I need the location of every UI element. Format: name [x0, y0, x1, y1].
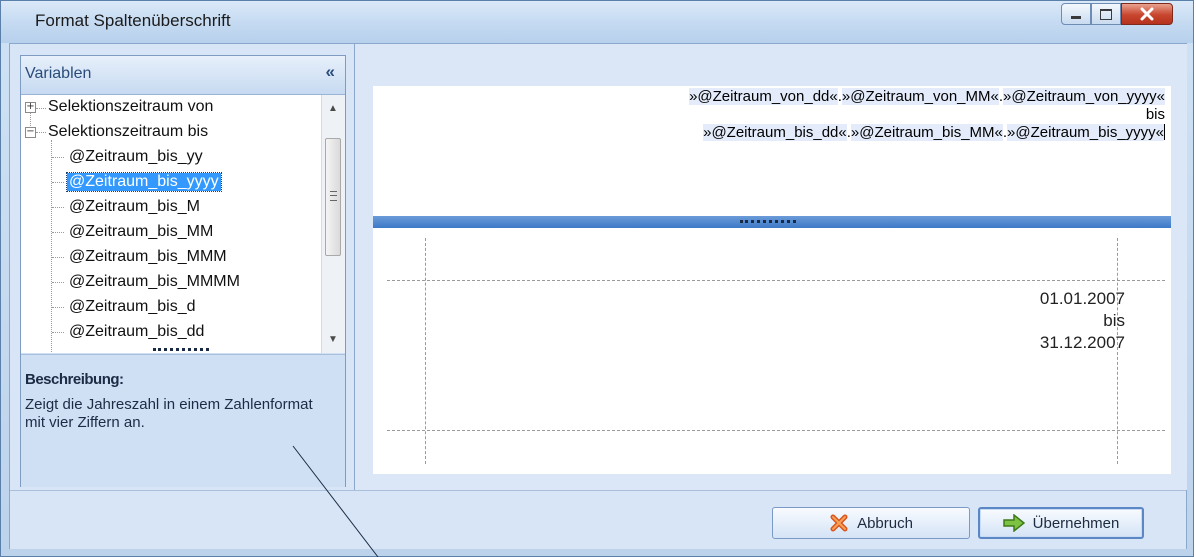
scroll-grip-icon: [330, 191, 337, 201]
cancel-button-label: Abbruch: [857, 514, 913, 532]
preview-guide-line: [387, 430, 1165, 431]
horizontal-splitter[interactable]: [373, 216, 1171, 228]
variables-panel: Variablen « + Selektionszeitraum von − S…: [20, 55, 346, 487]
variable-token: »@Zeitraum_von_MM«: [841, 88, 999, 105]
tree-leaf-label: @Zeitraum_bis_MMM: [69, 248, 227, 265]
tree-guide-line: [52, 332, 64, 333]
dialog-footer: Abbruch Übernehmen: [10, 490, 1186, 549]
maximize-button[interactable]: [1091, 3, 1121, 25]
collapse-panel-icon[interactable]: «: [326, 62, 335, 82]
tree-leaf-selected[interactable]: @Zeitraum_bis_yyyy: [21, 170, 321, 195]
close-icon: [1140, 7, 1154, 21]
tree-leaf-label: @Zeitraum_bis_yyyy: [66, 172, 222, 192]
expand-icon[interactable]: +: [25, 102, 36, 113]
tree-guide-line: [52, 307, 64, 308]
cancel-button[interactable]: Abbruch: [772, 507, 970, 539]
maximize-icon: [1100, 8, 1112, 20]
tree-leaf-label: @Zeitraum_bis_MM: [69, 223, 214, 240]
preview-date-from: 01.01.2007: [1039, 289, 1125, 308]
tree-guide-line: [52, 207, 64, 208]
apply-button-label: Übernehmen: [1032, 514, 1120, 532]
header-format-editor[interactable]: »@Zeitraum_von_dd«.»@Zeitraum_von_MM«.»@…: [373, 86, 1171, 216]
tree-leaf-label: @Zeitraum_bis_M: [69, 198, 200, 215]
tree-leaf[interactable]: @Zeitraum_bis_dd: [21, 320, 321, 345]
close-button[interactable]: [1121, 3, 1173, 25]
variable-token: »@Zeitraum_bis_yyyy«: [1007, 124, 1164, 141]
tree-node-label: Selektionszeitraum bis: [48, 123, 209, 140]
variables-panel-title: Variablen: [25, 65, 92, 82]
variable-token: »@Zeitraum_von_yyyy«: [1003, 88, 1165, 105]
editor-line-von: »@Zeitraum_von_dd«.»@Zeitraum_von_MM«.»@…: [373, 86, 1171, 106]
panel-splitter-grip[interactable]: [153, 348, 209, 353]
tree-node-label: Selektionszeitraum von: [48, 98, 214, 115]
tree-node-selektionszeitraum-von[interactable]: + Selektionszeitraum von: [21, 95, 321, 120]
tree-leaf-label: @Zeitraum_bis_yy: [69, 148, 203, 165]
window-controls: [1061, 3, 1173, 25]
tree-leaf-label: @Zeitraum_bis_d: [69, 298, 196, 315]
tree-leaf[interactable]: @Zeitraum_bis_MMMM: [21, 270, 321, 295]
variables-tree[interactable]: + Selektionszeitraum von − Selektionszei…: [21, 95, 321, 353]
tree-leaf[interactable]: @Zeitraum_bis_MM: [21, 220, 321, 245]
tree-leaf[interactable]: @Zeitraum_bis_yy: [21, 145, 321, 170]
minimize-icon: [1071, 16, 1081, 19]
collapse-icon[interactable]: −: [25, 127, 36, 138]
description-title: Beschreibung:: [25, 371, 124, 388]
dialog-client-area: Variablen « + Selektionszeitraum von − S…: [9, 43, 1187, 549]
splitter-grip-icon: [740, 220, 796, 227]
description-box: Beschreibung: Zeigt die Jahreszahl in ei…: [21, 354, 345, 487]
editor-line-bis: »@Zeitraum_bis_dd«.»@Zeitraum_bis_MM«.»@…: [373, 124, 1171, 142]
description-text: Zeigt die Jahreszahl in einem Zahlenform…: [25, 396, 313, 431]
scroll-down-icon[interactable]: ▼: [328, 334, 338, 345]
tree-guide-line: [52, 182, 64, 183]
tree-node-selektionszeitraum-bis[interactable]: − Selektionszeitraum bis: [21, 120, 321, 145]
minimize-button[interactable]: [1061, 3, 1091, 25]
tree-leaf-label: @Zeitraum_bis_MMMM: [69, 273, 240, 290]
preview-guide-line: [387, 280, 1165, 281]
scroll-up-icon[interactable]: ▲: [328, 103, 338, 114]
text-caret: [1164, 124, 1165, 140]
tree-guide-line: [52, 232, 64, 233]
tree-guide-line: [52, 157, 64, 158]
variables-panel-header: Variablen «: [21, 56, 345, 95]
tree-leaf[interactable]: @Zeitraum_bis_MMM: [21, 245, 321, 270]
tree-scrollbar[interactable]: ▲ ▼: [321, 95, 345, 353]
editor-line-bis-label: bis: [1145, 106, 1165, 123]
dialog-window: Format Spaltenüberschrift Variablen « + …: [0, 0, 1194, 557]
window-title: Format Spaltenüberschrift: [35, 11, 231, 30]
format-editor-panel: »@Zeitraum_von_dd«.»@Zeitraum_von_MM«.»@…: [354, 44, 1187, 490]
variable-token: »@Zeitraum_bis_MM«: [850, 124, 1003, 141]
arrow-right-icon: [1002, 514, 1025, 532]
preview-text: 01.01.2007 bis 31.12.2007: [1040, 288, 1125, 354]
tree-leaf[interactable]: @Zeitraum_bis_d: [21, 295, 321, 320]
tree-leaf[interactable]: @Zeitraum_bis_M: [21, 195, 321, 220]
preview-date-to: 31.12.2007: [1039, 333, 1125, 352]
tree-guide-line: [52, 257, 64, 258]
format-preview: 01.01.2007 bis 31.12.2007: [373, 228, 1171, 474]
tree-guide-line: [52, 282, 64, 283]
variable-token: »@Zeitraum_von_dd«: [689, 88, 838, 105]
title-bar[interactable]: Format Spaltenüberschrift: [1, 1, 1193, 43]
preview-bis: bis: [1103, 311, 1125, 330]
apply-button[interactable]: Übernehmen: [978, 507, 1144, 539]
variable-token: »@Zeitraum_bis_dd«: [703, 124, 847, 141]
cancel-icon: [830, 514, 848, 532]
tree-leaf-label: @Zeitraum_bis_dd: [69, 323, 205, 340]
